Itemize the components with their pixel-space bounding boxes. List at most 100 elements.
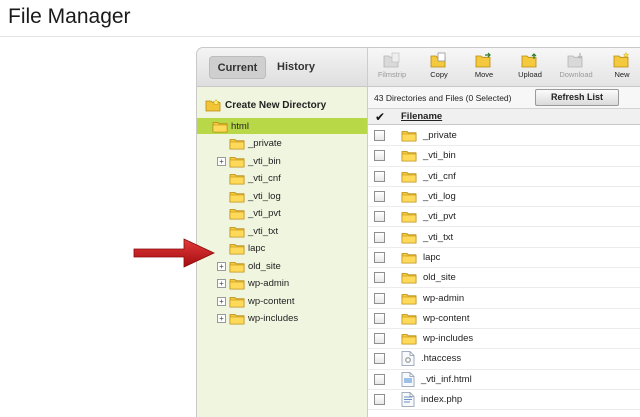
folder-icon xyxy=(229,174,245,185)
tree-item-old-site[interactable]: + old_site xyxy=(197,258,368,274)
file-name[interactable]: wp-admin xyxy=(423,293,464,304)
row-checkbox[interactable] xyxy=(374,272,385,284)
table-row[interactable]: _vti_txt xyxy=(368,228,640,248)
row-checkbox[interactable] xyxy=(374,394,385,406)
folder-icon xyxy=(229,314,245,325)
table-row[interactable]: wp-admin xyxy=(368,288,640,309)
tree-item-vti-cnf[interactable]: _vti_cnf xyxy=(197,171,368,187)
row-checkbox[interactable] xyxy=(374,231,385,243)
file-name[interactable]: _vti_log xyxy=(423,191,456,202)
folder-icon xyxy=(229,226,245,237)
tab-current[interactable]: Current xyxy=(209,56,266,79)
folder-icon xyxy=(401,131,417,142)
toolbar-button-label: Download xyxy=(559,70,593,79)
expand-icon[interactable]: + xyxy=(217,314,226,323)
folder-icon xyxy=(401,334,417,345)
tree-item-wp-includes[interactable]: + wp-includes xyxy=(197,311,368,327)
file-name[interactable]: _vti_cnf xyxy=(423,171,456,182)
row-checkbox[interactable] xyxy=(374,191,385,203)
row-checkbox[interactable] xyxy=(374,353,385,365)
row-checkbox[interactable] xyxy=(374,130,385,142)
row-checkbox[interactable] xyxy=(374,150,385,162)
table-row[interactable]: lapc xyxy=(368,248,640,269)
tree-item-label: wp-admin xyxy=(248,278,290,289)
tree-item-lapc[interactable]: lapc xyxy=(197,241,368,257)
row-checkbox[interactable] xyxy=(374,170,385,182)
filmstrip-icon xyxy=(383,52,400,68)
expand-icon[interactable]: + xyxy=(217,296,226,306)
download-button[interactable]: Download xyxy=(555,51,597,85)
toolbar-button-label: Move xyxy=(474,70,494,79)
create-directory-link[interactable]: Create New Directory xyxy=(205,96,326,114)
download-icon xyxy=(567,53,583,68)
file-name[interactable]: _vti_pvt xyxy=(423,211,456,222)
toolbar-button-label: Copy xyxy=(430,70,448,79)
table-row[interactable]: wp-content xyxy=(368,309,640,329)
filmstrip-button[interactable]: Filmstrip xyxy=(371,51,413,85)
refresh-list-button[interactable]: Refresh List xyxy=(535,89,619,106)
table-row[interactable]: wp-includes xyxy=(368,329,640,350)
folder-icon xyxy=(401,273,417,284)
file-name[interactable]: _vti_inf.html xyxy=(421,374,472,385)
folder-icon xyxy=(401,192,417,203)
table-row[interactable]: index.php xyxy=(368,390,640,411)
folder-icon xyxy=(401,151,417,162)
tree-item-vti-bin[interactable]: + _vti_bin xyxy=(197,153,368,169)
table-row[interactable]: old_site xyxy=(368,268,640,289)
table-row[interactable]: _vti_cnf xyxy=(368,167,640,187)
row-checkbox[interactable] xyxy=(374,373,385,385)
tree-item-vti-txt[interactable]: _vti_txt xyxy=(197,223,368,239)
create-directory-label: Create New Directory xyxy=(225,99,327,111)
file-name[interactable]: lapc xyxy=(423,252,440,263)
tree-item-label: lapc xyxy=(248,243,266,254)
file-name[interactable]: wp-content xyxy=(423,313,469,324)
row-checkbox[interactable] xyxy=(374,251,385,263)
upload-icon xyxy=(521,53,537,68)
tree-item-vti-log[interactable]: _vti_log xyxy=(197,188,368,204)
expand-icon[interactable]: + xyxy=(217,261,226,271)
file-name[interactable]: _vti_txt xyxy=(423,232,453,243)
upload-button[interactable]: Upload xyxy=(509,51,551,85)
file-name[interactable]: wp-includes xyxy=(423,333,473,344)
select-all-checkmark-icon[interactable]: ✔ xyxy=(375,110,385,124)
copy-button[interactable]: Copy xyxy=(418,51,460,85)
table-row[interactable]: _vti_log xyxy=(368,187,640,208)
tree-item-label: _vti_pvt xyxy=(248,208,281,219)
table-row[interactable]: _vti_inf.html xyxy=(368,370,640,390)
config-file-icon xyxy=(401,351,415,367)
table-row[interactable]: .htaccess xyxy=(368,349,640,370)
file-name[interactable]: old_site xyxy=(423,272,456,283)
tree-item-html[interactable]: html xyxy=(197,118,368,134)
tree-item-vti-pvt[interactable]: _vti_pvt xyxy=(197,206,368,222)
file-name[interactable]: .htaccess xyxy=(421,353,461,364)
title-divider xyxy=(0,36,640,37)
folder-icon xyxy=(229,261,245,272)
tree-item-label: _vti_log xyxy=(248,190,281,202)
row-checkbox[interactable] xyxy=(374,211,385,223)
move-button[interactable]: Move xyxy=(463,51,505,85)
expand-icon[interactable]: + xyxy=(217,279,226,288)
table-row[interactable]: _vti_pvt xyxy=(368,207,640,228)
folder-icon xyxy=(401,232,417,244)
tree-item-wp-content[interactable]: + wp-content xyxy=(197,293,368,309)
row-checkbox[interactable] xyxy=(374,333,385,345)
tree-item-private[interactable]: _private xyxy=(197,136,368,152)
toolbar: Filmstrip Copy Move Upload Download New xyxy=(368,48,640,87)
tab-history[interactable]: History xyxy=(271,56,321,79)
file-name[interactable]: index.php xyxy=(421,394,462,405)
folder-icon xyxy=(212,121,228,132)
file-name[interactable]: _private xyxy=(423,130,457,141)
table-row[interactable]: _private xyxy=(368,126,640,147)
page-title: File Manager xyxy=(8,5,131,28)
file-name[interactable]: _vti_bin xyxy=(423,150,456,161)
filename-column-header[interactable]: Filename xyxy=(401,111,442,122)
table-row[interactable]: _vti_bin xyxy=(368,146,640,167)
new-button[interactable]: New xyxy=(601,51,640,85)
tree-item-label: _vti_txt xyxy=(248,225,279,237)
folder-icon xyxy=(229,279,245,290)
new-folder-icon xyxy=(205,98,221,112)
row-checkbox[interactable] xyxy=(374,312,385,324)
row-checkbox[interactable] xyxy=(374,292,385,304)
expand-icon[interactable]: + xyxy=(217,156,226,166)
tree-item-wp-admin[interactable]: + wp-admin xyxy=(197,276,368,292)
